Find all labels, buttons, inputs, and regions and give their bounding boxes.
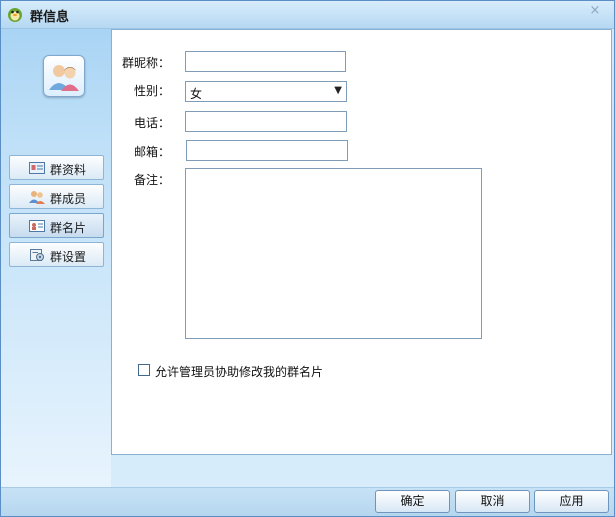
settings-icon xyxy=(30,249,44,261)
sidebar-item-group-members[interactable]: 群成员 xyxy=(9,184,104,209)
group-card-panel: 群昵称： 性别： 女 ▼ 电话： 邮箱： 备注： 允许管理员协助修改我的群名片 xyxy=(111,29,612,455)
nickname-label: 群昵称： xyxy=(121,56,170,70)
group-people-icon xyxy=(49,65,79,91)
sidebar: 群资料 群成员 群名片 群设置 xyxy=(1,29,111,489)
close-button[interactable]: × xyxy=(586,2,604,20)
cancel-button[interactable]: 取消 xyxy=(455,490,530,513)
profile-card-icon xyxy=(29,162,45,174)
apply-button[interactable]: 应用 xyxy=(534,490,609,513)
sidebar-item-group-profile[interactable]: 群资料 xyxy=(9,155,104,180)
dialog-footer: 确定 取消 应用 xyxy=(1,487,614,516)
ok-button[interactable]: 确定 xyxy=(375,490,450,513)
email-input[interactable] xyxy=(186,140,348,161)
phone-input[interactable] xyxy=(185,111,347,132)
phone-label: 电话： xyxy=(133,116,170,130)
window-title: 群信息 xyxy=(30,10,70,25)
members-icon xyxy=(29,191,45,204)
note-textarea[interactable] xyxy=(185,168,482,339)
gender-selected-value: 女 xyxy=(190,87,203,101)
sidebar-item-label: 群资料 xyxy=(50,163,87,177)
dropdown-arrow-icon: ▼ xyxy=(334,85,342,96)
title-bar[interactable]: 群信息 × xyxy=(1,1,614,29)
group-avatar xyxy=(43,55,85,97)
nickname-input[interactable] xyxy=(185,51,346,72)
sidebar-item-label: 群成员 xyxy=(50,192,87,206)
sidebar-item-group-card[interactable]: 群名片 xyxy=(9,213,104,238)
sidebar-item-label: 群设置 xyxy=(50,250,87,264)
note-label: 备注： xyxy=(133,173,170,187)
email-label: 邮箱： xyxy=(133,145,170,159)
sidebar-item-label: 群名片 xyxy=(50,221,87,235)
gender-select[interactable]: 女 ▼ xyxy=(185,81,347,102)
qq-penguin-icon xyxy=(8,8,22,22)
group-info-window: 群信息 × 群资料 群成员 群名片 群设置 群昵称： 性别： 女 ▼ 电话： 邮… xyxy=(0,0,615,517)
gender-label: 性别： xyxy=(133,84,170,98)
sidebar-item-group-settings[interactable]: 群设置 xyxy=(9,242,104,267)
allow-admin-checkbox[interactable] xyxy=(138,364,150,376)
name-card-icon xyxy=(29,220,45,232)
allow-admin-label[interactable]: 允许管理员协助修改我的群名片 xyxy=(155,363,323,380)
